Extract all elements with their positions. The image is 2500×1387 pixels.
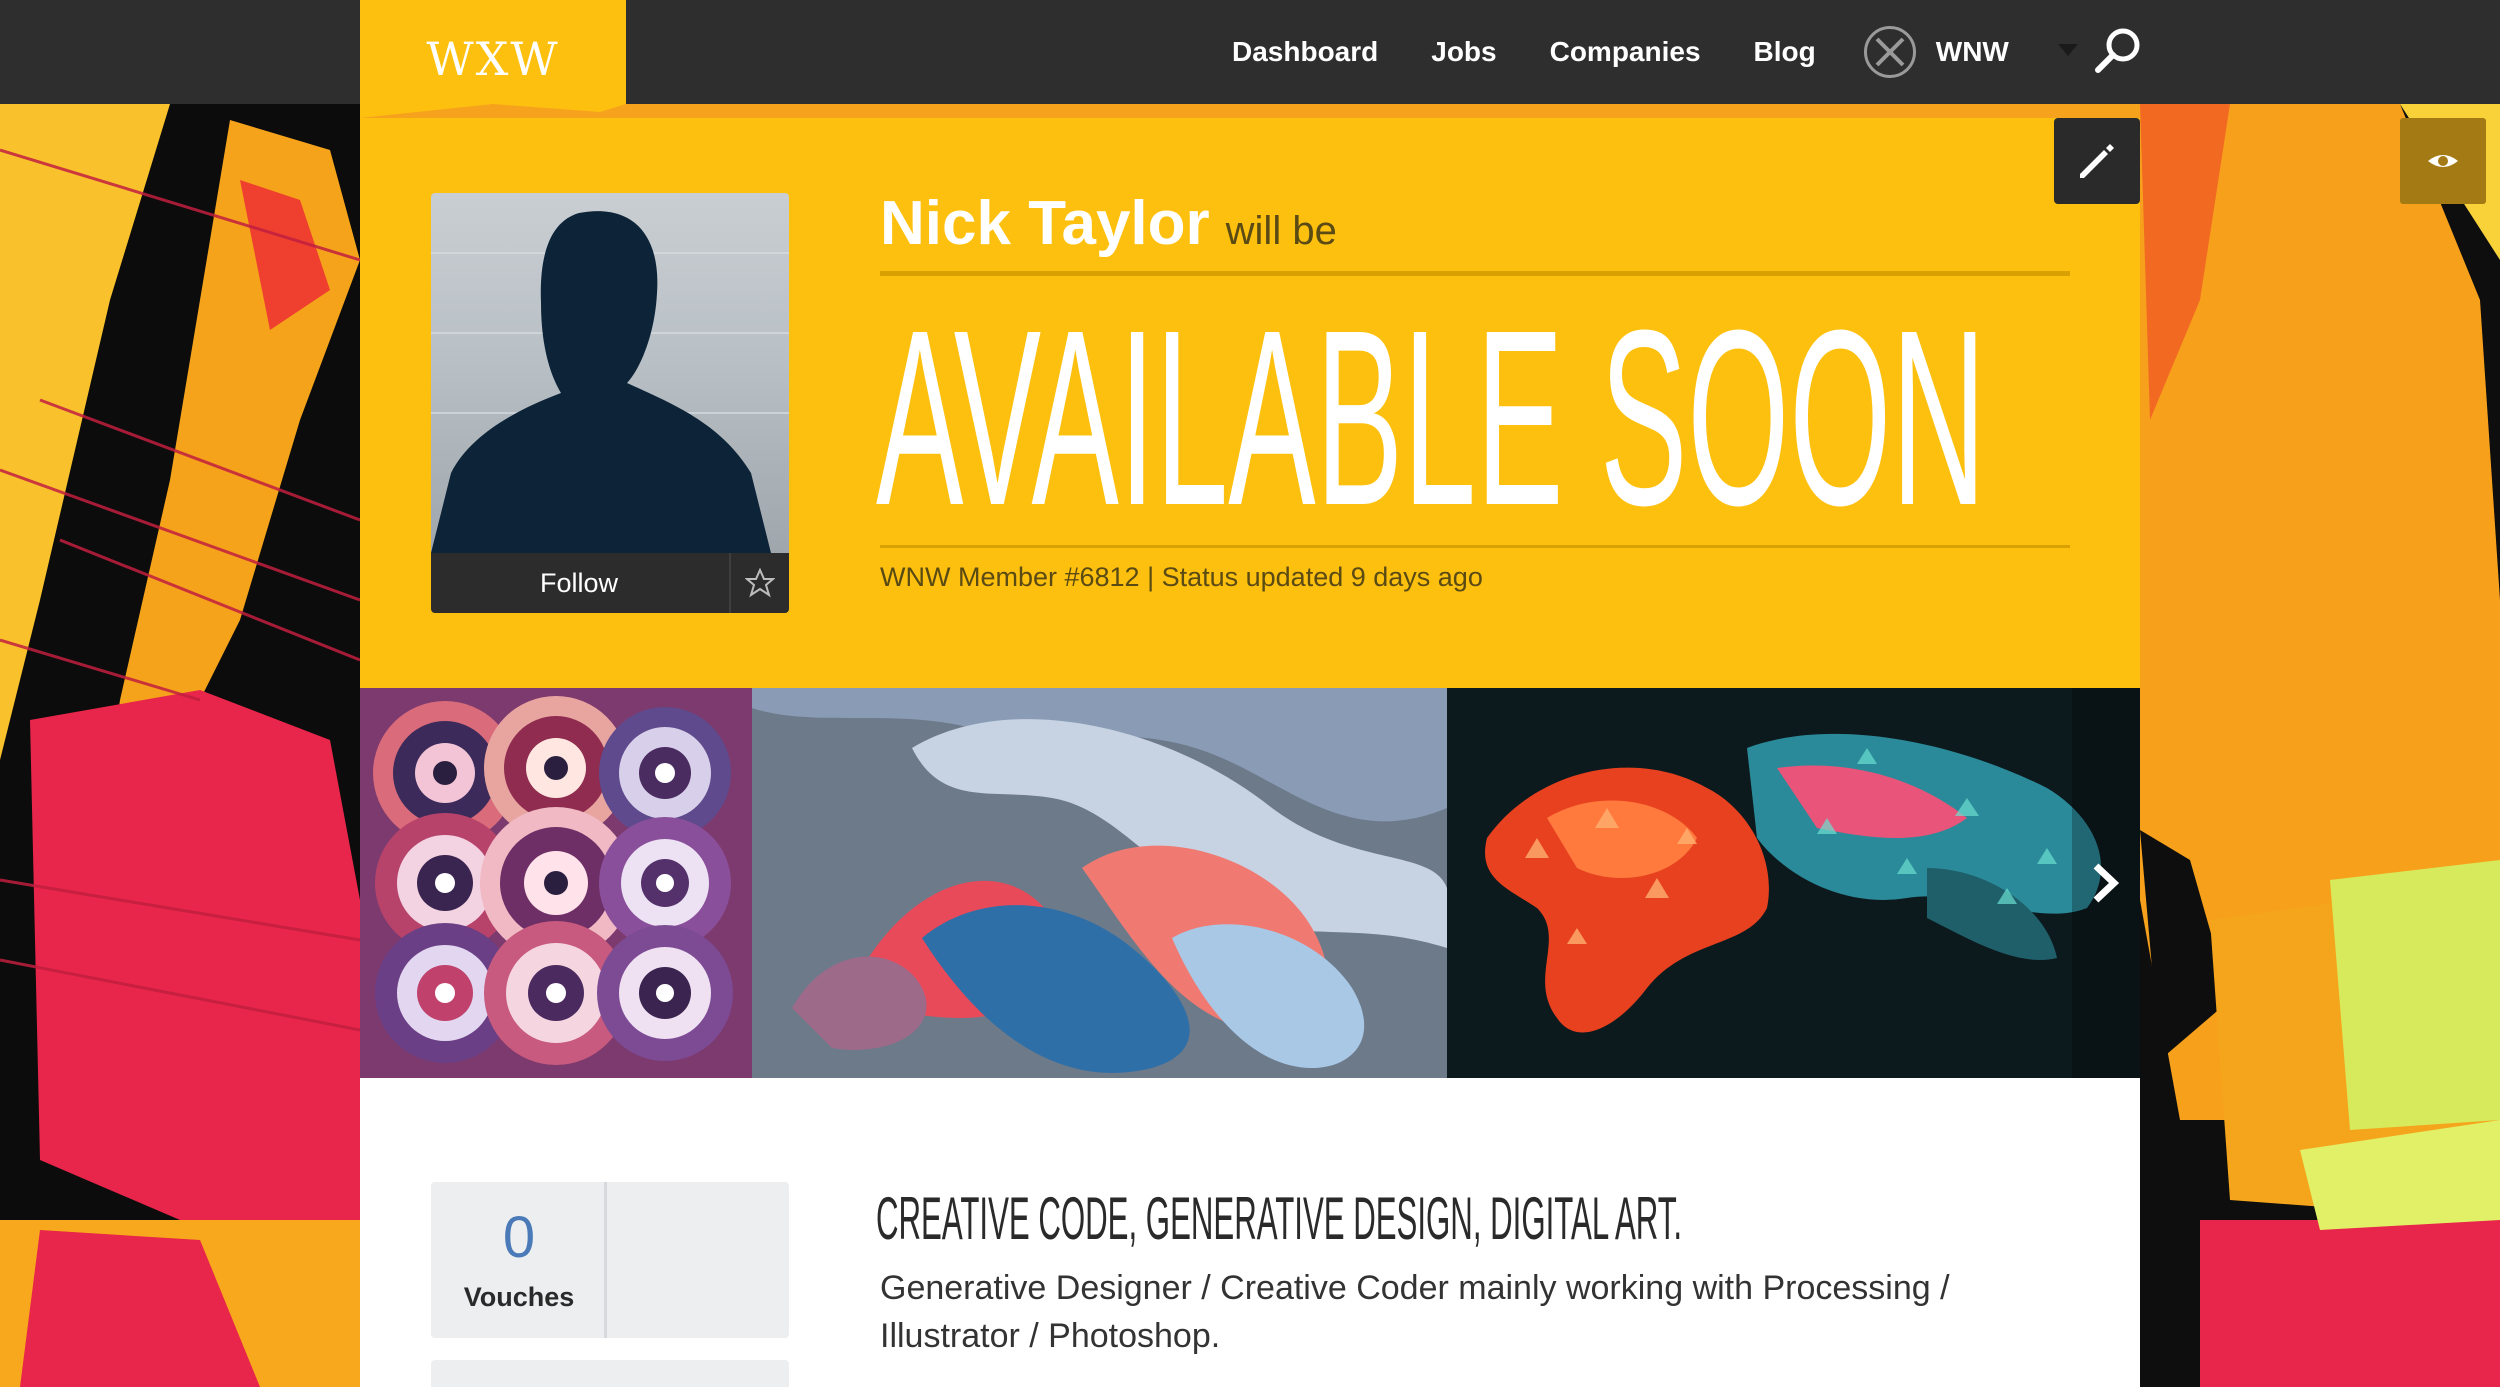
user-avatar xyxy=(1863,26,1916,78)
vouches-count: 0 xyxy=(502,1205,536,1270)
chevron-right-icon xyxy=(2093,863,2120,903)
gallery-next-button[interactable] xyxy=(2072,688,2140,1078)
gallery-item[interactable] xyxy=(752,688,1447,1078)
favorite-button[interactable] xyxy=(729,553,789,613)
search-icon[interactable] xyxy=(2090,24,2146,80)
nav-companies[interactable]: Companies xyxy=(1550,36,1701,68)
status-intro: Nick Taylor will be xyxy=(880,188,1337,268)
availability-status: AVAILABLE SOON xyxy=(876,282,1986,542)
secondary-card[interactable] xyxy=(431,1360,789,1387)
vouches-stat: 0 Vouches xyxy=(431,1182,607,1338)
vouches-card[interactable]: 0 Vouches xyxy=(431,1182,789,1338)
nav-jobs[interactable]: Jobs xyxy=(1431,36,1496,68)
logo-text: WXW xyxy=(426,32,560,86)
follow-button[interactable]: Follow xyxy=(431,553,727,613)
profile-headline-text: CREATIVE CODE, GENERATIVE DESIGN, DIGITA… xyxy=(876,1185,1682,1252)
main-nav: Dashboard Jobs Companies Blog WNW xyxy=(1232,0,2009,104)
profile-name: Nick Taylor xyxy=(880,189,1210,258)
preview-button[interactable] xyxy=(2400,118,2486,204)
eye-icon xyxy=(2428,155,2458,167)
nav-dashboard[interactable]: Dashboard xyxy=(1232,36,1378,68)
gallery-item[interactable] xyxy=(1447,688,2140,1078)
divider xyxy=(880,271,2070,276)
edit-profile-button[interactable] xyxy=(2054,118,2140,204)
star-icon xyxy=(745,568,775,598)
site-logo[interactable]: WXW xyxy=(360,0,626,122)
user-menu[interactable]: WNW xyxy=(1863,26,2009,78)
profile-headline: CREATIVE CODE, GENERATIVE DESIGN, DIGITA… xyxy=(876,1185,1682,1252)
gallery-item[interactable] xyxy=(360,688,752,1078)
follow-bar: Follow xyxy=(431,553,789,613)
portfolio-gallery xyxy=(360,688,2140,1078)
profile-photo xyxy=(431,193,789,553)
user-name: WNW xyxy=(1935,36,2009,67)
vouches-label: Vouches xyxy=(463,1282,575,1312)
caret-down-icon[interactable] xyxy=(2058,44,2078,56)
pencil-icon xyxy=(2080,144,2114,178)
availability-status-text: AVAILABLE SOON xyxy=(876,282,1986,542)
member-info: WNW Member #6812 | Status updated 9 days… xyxy=(880,562,1483,592)
status-prefix: will be xyxy=(1225,209,1337,253)
divider xyxy=(880,545,2070,548)
nav-blog[interactable]: Blog xyxy=(1754,36,1816,68)
profile-photo-card: Follow xyxy=(431,193,789,613)
profile-bio: Generative Designer / Creative Coder mai… xyxy=(880,1269,1950,1355)
